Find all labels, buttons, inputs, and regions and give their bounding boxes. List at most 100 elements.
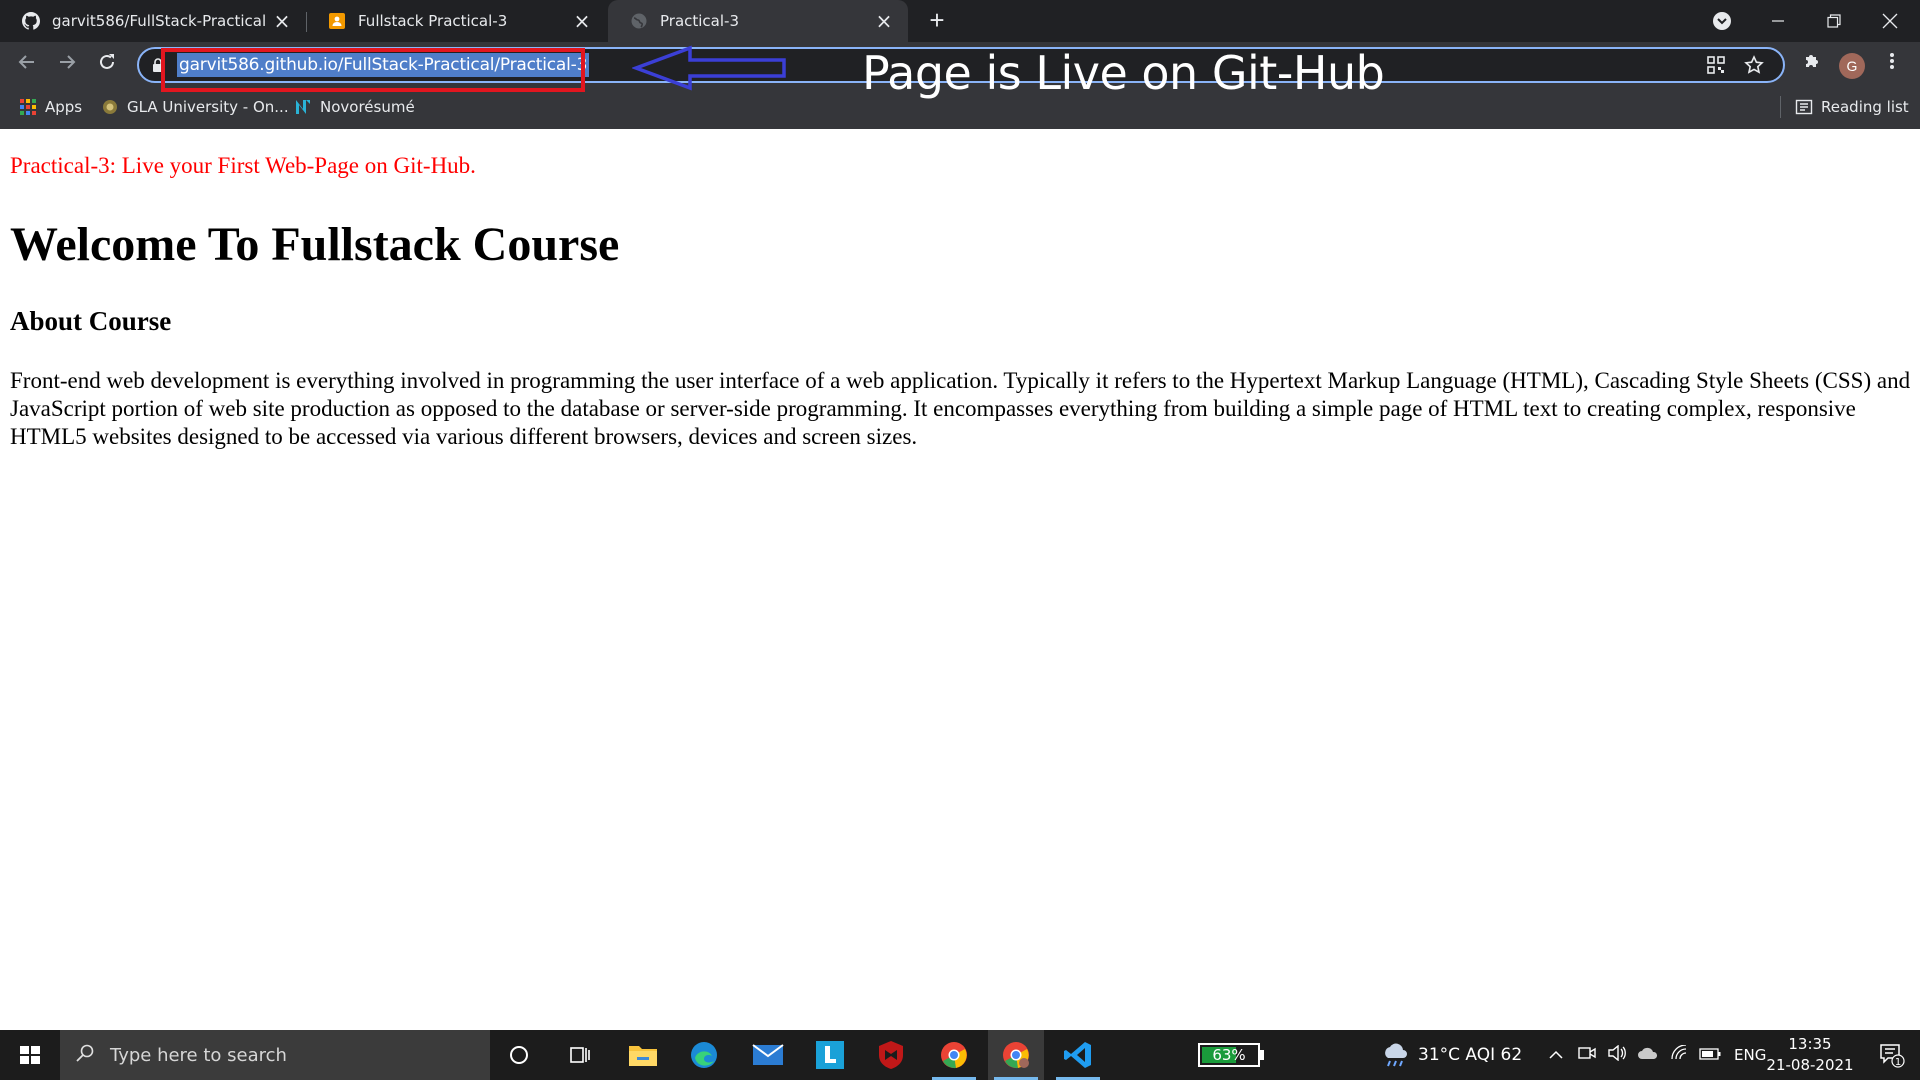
chevron-up-icon[interactable] — [1540, 1045, 1572, 1065]
reload-icon — [100, 54, 114, 69]
qr-code-icon[interactable] — [1705, 55, 1727, 77]
tab-search-button[interactable] — [1694, 0, 1750, 42]
l-app-icon — [816, 1041, 844, 1069]
bookmark-label: Novorésumé — [320, 98, 415, 116]
chrome-icon — [941, 1042, 967, 1069]
taskbar-edge[interactable] — [676, 1030, 732, 1080]
taskbar-chrome-1[interactable] — [926, 1030, 982, 1080]
url-highlight-box — [161, 48, 585, 92]
taskbar-mail[interactable] — [740, 1030, 796, 1080]
battery-terminal — [1260, 1050, 1264, 1060]
puzzle-piece-icon — [1806, 55, 1818, 67]
tab-title: Fullstack Practical-3 — [358, 12, 508, 30]
pointer-arrow-icon — [632, 45, 786, 91]
browser-menu-button[interactable] — [1877, 50, 1907, 80]
globe-icon — [630, 12, 648, 30]
chrome-profile-icon — [1003, 1042, 1029, 1069]
tab-github[interactable]: garvit586/FullStack-Practical × — [0, 0, 306, 42]
restore-icon — [1827, 14, 1841, 28]
mcafee-shield-icon — [879, 1041, 903, 1069]
close-tab-icon[interactable]: × — [272, 9, 292, 33]
course-description: Front-end web development is everything … — [10, 368, 1911, 449]
vscode-icon — [1064, 1042, 1091, 1068]
reading-list-icon — [1795, 99, 1813, 115]
search-icon — [60, 1043, 110, 1068]
cortana-button[interactable] — [491, 1030, 547, 1080]
battery-icon[interactable] — [1694, 1045, 1726, 1065]
search-placeholder: Type here to search — [110, 1044, 287, 1066]
taskbar-chrome-2[interactable] — [988, 1030, 1044, 1080]
gla-logo-icon — [103, 100, 117, 114]
web-page: Practical-3: Live your First Web-Page on… — [0, 129, 1920, 1030]
weather-text: 31°C AQI 62 — [1418, 1045, 1523, 1065]
tab-fullstack-practical[interactable]: Fullstack Practical-3 × — [306, 0, 606, 42]
apps-grid-icon — [20, 99, 36, 115]
close-window-button[interactable] — [1862, 0, 1918, 42]
bookmark-gla-university[interactable]: GLA University - On... — [101, 96, 289, 118]
page-subtitle: Practical-3: Live your First Web-Page on… — [10, 153, 476, 178]
battery-meter-widget[interactable]: 63% — [1198, 1043, 1260, 1067]
taskbar-l-app[interactable] — [802, 1030, 858, 1080]
bookmark-apps[interactable]: Apps — [19, 96, 82, 118]
bookmark-novoresume[interactable]: Novorésumé — [294, 96, 415, 118]
close-icon — [1882, 13, 1898, 29]
close-tab-icon[interactable]: × — [572, 9, 592, 33]
taskbar-vscode[interactable] — [1050, 1030, 1106, 1080]
profile-avatar[interactable]: G — [1839, 53, 1865, 79]
slides-icon — [328, 12, 346, 30]
clock-time: 13:35 — [1788, 1035, 1832, 1053]
cloud-rain-icon — [1385, 1043, 1407, 1067]
cortana-icon — [510, 1046, 528, 1064]
meet-now-icon[interactable] — [1572, 1045, 1602, 1066]
extensions-button[interactable] — [1797, 50, 1827, 80]
task-view-icon — [570, 1047, 590, 1063]
section-heading: About Course — [10, 306, 172, 336]
taskbar-mcafee[interactable] — [863, 1030, 919, 1080]
bookmark-star-icon[interactable] — [1743, 55, 1765, 77]
page-title: Welcome To Fullstack Course — [10, 218, 620, 271]
wifi-icon[interactable] — [1664, 1043, 1694, 1066]
tab-title: Practical-3 — [660, 12, 739, 30]
taskbar-clock[interactable]: 13:35 21-08-2021 — [1758, 1034, 1862, 1076]
new-tab-button[interactable]: + — [922, 6, 952, 36]
chevron-down-circle-icon — [1713, 12, 1731, 30]
volume-icon[interactable] — [1602, 1044, 1632, 1066]
restore-button[interactable] — [1806, 0, 1862, 42]
reload-button[interactable] — [92, 50, 122, 80]
back-button[interactable] — [12, 50, 42, 80]
arrow-left-icon — [18, 55, 34, 69]
tab-strip: garvit586/FullStack-Practical × Fullstac… — [0, 0, 1920, 42]
tab-title: garvit586/FullStack-Practical — [52, 12, 267, 30]
annotation-caption: Page is Live on Git-Hub — [862, 46, 1385, 100]
bookmark-label: GLA University - On... — [127, 98, 289, 116]
more-vertical-icon — [1890, 53, 1894, 69]
weather-widget[interactable]: 31°C AQI 62 — [1380, 1030, 1522, 1080]
notification-count: 1 — [1895, 1057, 1901, 1068]
forward-button[interactable] — [52, 50, 82, 80]
github-icon — [22, 12, 40, 30]
windows-logo-icon — [20, 1046, 40, 1064]
system-tray: ENG — [1540, 1030, 1766, 1080]
notification-icon: 1 — [1880, 1044, 1905, 1068]
onedrive-icon[interactable] — [1632, 1045, 1664, 1066]
tab-practical-3[interactable]: Practical-3 × — [608, 0, 908, 42]
battery-percent: 63% — [1212, 1046, 1246, 1064]
minimize-icon — [1772, 20, 1784, 22]
reading-list-label: Reading list — [1821, 98, 1909, 116]
task-view-button[interactable] — [552, 1030, 608, 1080]
windows-taskbar: Type here to search 63% 31°C AQI 62 ENG … — [0, 1030, 1920, 1080]
arrow-right-icon — [60, 55, 76, 69]
clock-date: 21-08-2021 — [1766, 1056, 1854, 1074]
taskbar-file-explorer[interactable] — [615, 1030, 671, 1080]
close-tab-icon[interactable]: × — [874, 9, 894, 33]
mail-icon — [752, 1044, 784, 1065]
novoresume-icon — [296, 100, 310, 114]
start-button[interactable] — [0, 1030, 60, 1080]
edge-icon — [691, 1042, 717, 1068]
folder-icon — [629, 1046, 657, 1066]
taskbar-search[interactable]: Type here to search — [60, 1030, 490, 1080]
bookmark-label: Apps — [45, 98, 83, 116]
reading-list-button[interactable]: Reading list — [1780, 96, 1909, 118]
notification-center-button[interactable]: 1 — [1864, 1030, 1920, 1080]
minimize-button[interactable] — [1750, 0, 1806, 42]
